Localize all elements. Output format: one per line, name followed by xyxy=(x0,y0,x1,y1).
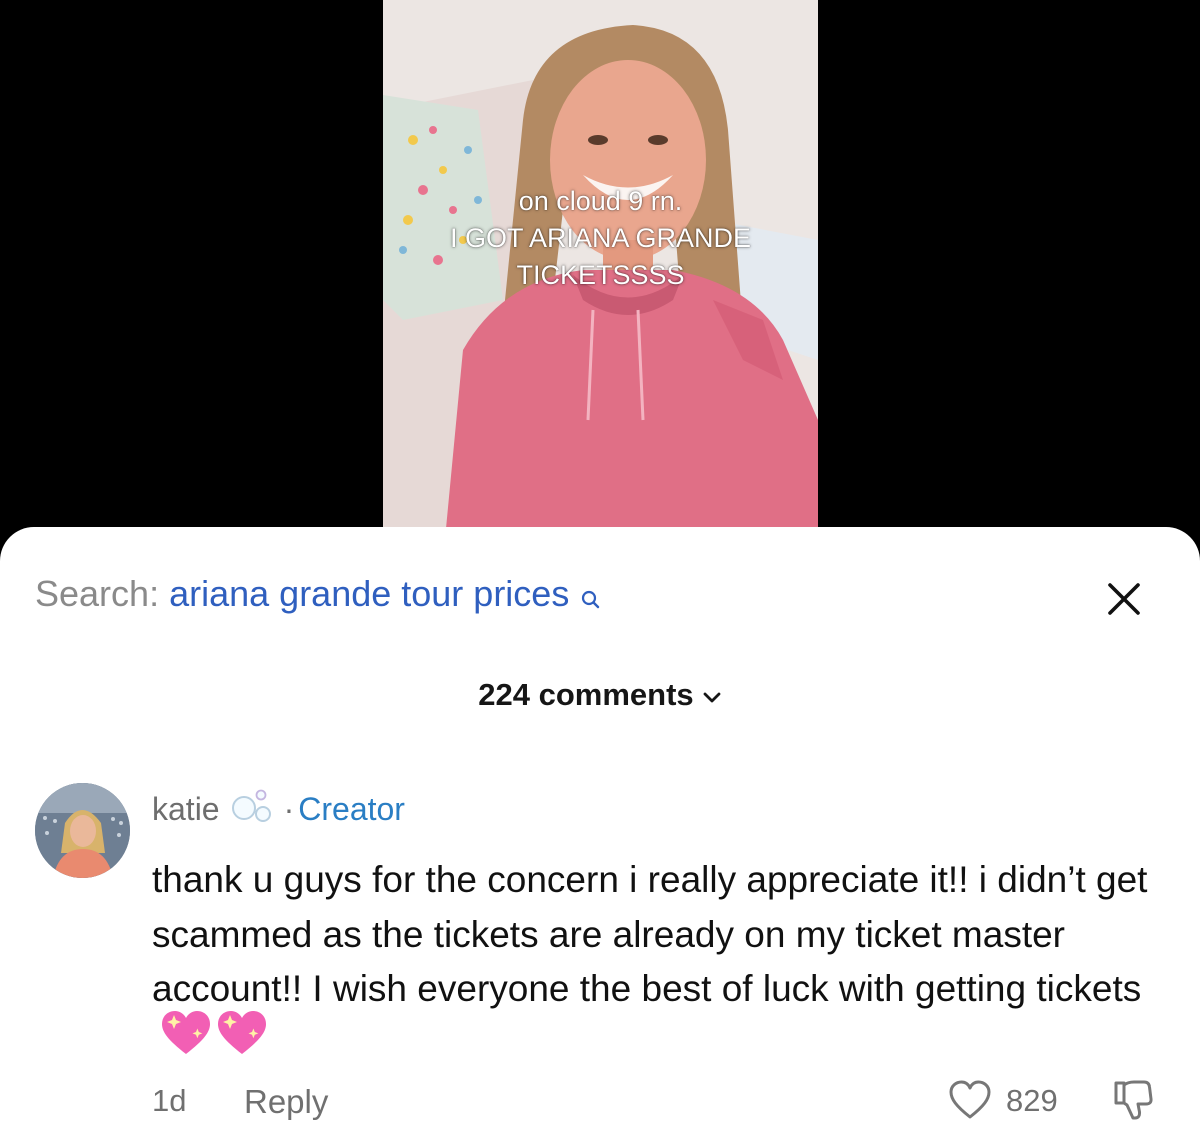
reply-button[interactable]: Reply xyxy=(244,1083,328,1121)
comments-count-toggle[interactable]: 224 comments xyxy=(0,677,1200,713)
like-button[interactable] xyxy=(948,1079,992,1126)
close-button[interactable] xyxy=(1102,577,1146,621)
comment-time: 1d xyxy=(152,1083,187,1118)
video-player[interactable]: on cloud 9 rn. I GOT ARIANA GRANDE TICKE… xyxy=(0,0,1200,560)
chevron-down-icon xyxy=(702,677,722,713)
comment-author[interactable]: katie xyxy=(152,791,220,827)
caption-line-2: I GOT ARIANA GRANDE xyxy=(449,223,752,253)
sparkling-heart-icon xyxy=(162,1010,268,1074)
search-query-link[interactable]: ariana grande tour prices xyxy=(169,573,569,614)
dislike-button[interactable] xyxy=(1110,1077,1156,1128)
creator-badge: Creator xyxy=(298,791,405,827)
thumbs-down-icon xyxy=(1114,1080,1153,1120)
comments-count-label: 224 comments xyxy=(478,677,694,712)
caption-line-3: TICKETSSSS xyxy=(516,260,685,290)
comment-header: katie · Creator xyxy=(152,789,405,832)
comments-sheet: Search: ariana grande tour prices 224 co… xyxy=(0,527,1200,1148)
bubbles-icon xyxy=(228,786,276,832)
search-icon xyxy=(581,577,601,619)
avatar[interactable] xyxy=(35,783,130,878)
close-icon xyxy=(1108,583,1140,615)
search-suggestion[interactable]: Search: ariana grande tour prices xyxy=(35,573,601,619)
separator-dot: · xyxy=(283,791,295,827)
search-label: Search: xyxy=(35,573,160,614)
comment-text-block: thank u guys for the concern i really ap… xyxy=(152,853,1172,1073)
video-frame[interactable]: on cloud 9 rn. I GOT ARIANA GRANDE TICKE… xyxy=(383,0,818,560)
heart-outline-icon xyxy=(949,1080,991,1119)
video-caption: on cloud 9 rn. I GOT ARIANA GRANDE TICKE… xyxy=(383,183,818,294)
caption-line-1: on cloud 9 rn. xyxy=(518,186,683,216)
comment-text: thank u guys for the concern i really ap… xyxy=(152,859,1148,1009)
like-count: 829 xyxy=(1006,1083,1058,1118)
